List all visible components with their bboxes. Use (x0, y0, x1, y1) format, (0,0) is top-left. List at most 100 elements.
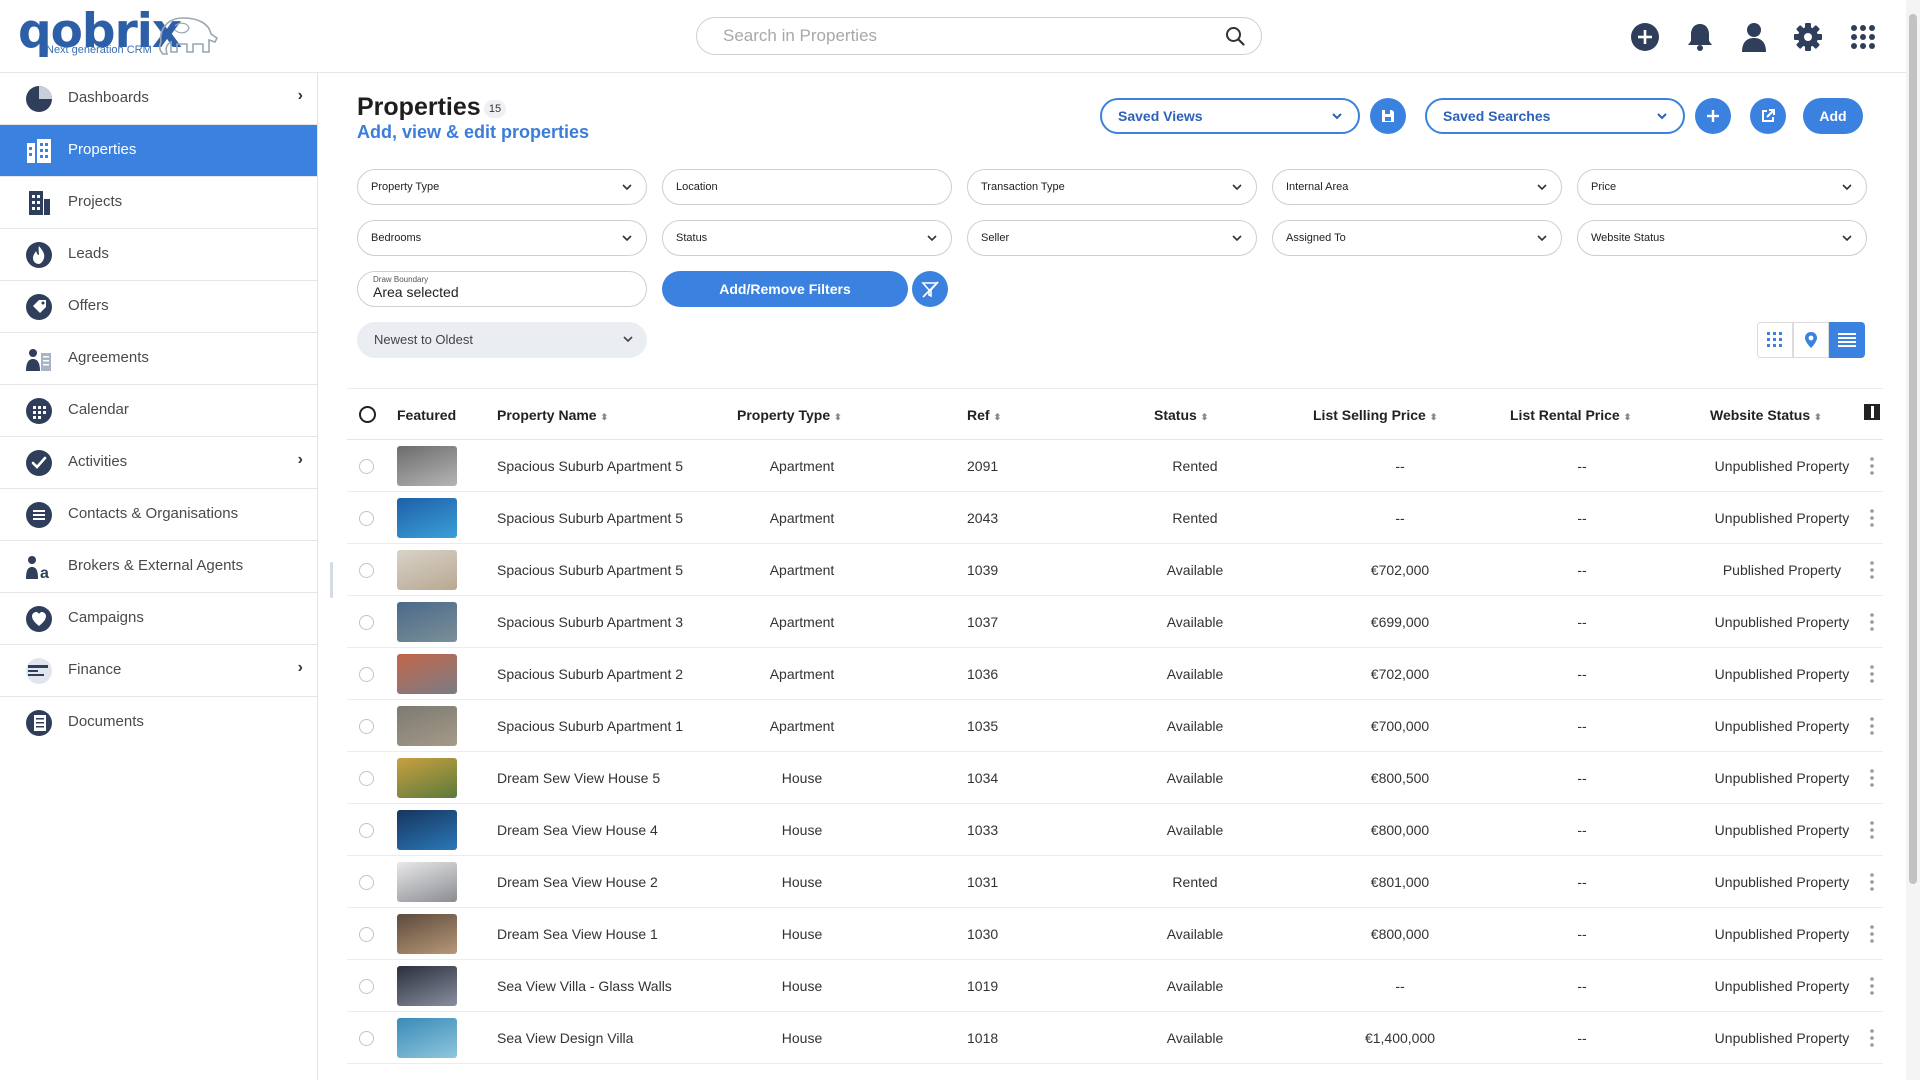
table-row[interactable]: Spacious Suburb Apartment 5 Apartment 1039… (347, 544, 1883, 596)
table-row[interactable]: Spacious Suburb Apartment 1 Apartment 1035… (347, 700, 1883, 752)
row-menu-icon[interactable] (1867, 716, 1877, 736)
row-menu-icon[interactable] (1867, 664, 1877, 684)
table-row[interactable]: Spacious Suburb Apartment 3 Apartment 1037… (347, 596, 1883, 648)
header-status[interactable]: Status ⬍ (1154, 407, 1208, 423)
property-thumbnail[interactable] (397, 758, 457, 798)
property-thumbnail[interactable] (397, 446, 457, 486)
row-menu-icon[interactable] (1867, 924, 1877, 944)
clear-filters-button[interactable] (912, 271, 948, 307)
filter-property-type[interactable]: Property Type (357, 169, 647, 205)
table-row[interactable]: Dream Sea View House 1 House 1030 Available… (347, 908, 1883, 960)
table-row[interactable]: Dream Sea View House 4 House 1033 Available… (347, 804, 1883, 856)
saved-searches-select[interactable]: Saved Searches (1425, 98, 1685, 134)
row-select-radio[interactable] (359, 511, 374, 526)
apps-grid-icon[interactable] (1847, 21, 1879, 53)
column-settings-icon[interactable] (1864, 404, 1880, 422)
sidebar-item-properties[interactable]: Properties (0, 125, 317, 177)
row-select-radio[interactable] (359, 667, 374, 682)
sidebar-item-finance[interactable]: Finance › (0, 645, 317, 697)
row-select-radio[interactable] (359, 927, 374, 942)
cell-property-name[interactable]: Dream Sea View House 1 (497, 926, 658, 942)
property-thumbnail[interactable] (397, 966, 457, 1006)
add-search-button[interactable] (1695, 98, 1731, 134)
row-select-radio[interactable] (359, 615, 374, 630)
grid-view-toggle[interactable] (1757, 322, 1793, 358)
table-row[interactable]: Sea View Villa - Glass Walls House 1019 Ava… (347, 960, 1883, 1012)
header-featured[interactable]: Featured (397, 407, 456, 423)
export-button[interactable] (1750, 98, 1786, 134)
filter-website-status[interactable]: Website Status (1577, 220, 1867, 256)
property-thumbnail[interactable] (397, 862, 457, 902)
row-select-radio[interactable] (359, 719, 374, 734)
sidebar-item-leads[interactable]: Leads (0, 229, 317, 281)
sidebar-resize-handle[interactable] (330, 562, 333, 598)
row-select-radio[interactable] (359, 563, 374, 578)
header-list-rental-price[interactable]: List Rental Price ⬍ (1510, 407, 1631, 423)
header-property-name[interactable]: Property Name ⬍ (497, 407, 608, 423)
search-input[interactable] (723, 25, 1203, 47)
sidebar-item-dashboards[interactable]: Dashboards › (0, 73, 317, 125)
cell-property-name[interactable]: Spacious Suburb Apartment 3 (497, 614, 683, 630)
row-menu-icon[interactable] (1867, 820, 1877, 840)
row-menu-icon[interactable] (1867, 508, 1877, 528)
table-row[interactable]: Spacious Suburb Apartment 5 Apartment 2091… (347, 440, 1883, 492)
filter-bedrooms[interactable]: Bedrooms (357, 220, 647, 256)
cell-property-name[interactable]: Spacious Suburb Apartment 5 (497, 458, 683, 474)
filter-location[interactable]: Location (662, 169, 952, 205)
filter-seller[interactable]: Seller (967, 220, 1257, 256)
property-thumbnail[interactable] (397, 654, 457, 694)
property-thumbnail[interactable] (397, 1018, 457, 1058)
add-circle-icon[interactable] (1629, 21, 1661, 53)
row-menu-icon[interactable] (1867, 976, 1877, 996)
sidebar-item-campaigns[interactable]: Campaigns (0, 593, 317, 645)
filter-internal-area[interactable]: Internal Area (1272, 169, 1562, 205)
bell-icon[interactable] (1684, 21, 1716, 53)
gear-icon[interactable] (1792, 21, 1824, 53)
row-menu-icon[interactable] (1867, 456, 1877, 476)
header-list-selling-price[interactable]: List Selling Price ⬍ (1313, 407, 1437, 423)
select-all-radio[interactable] (359, 406, 376, 423)
sidebar-item-offers[interactable]: Offers (0, 281, 317, 333)
cell-property-name[interactable]: Spacious Suburb Apartment 1 (497, 718, 683, 734)
draw-boundary-field[interactable]: Draw Boundary Area selected (357, 271, 647, 307)
list-view-toggle[interactable] (1829, 322, 1865, 358)
cell-property-name[interactable]: Sea View Design Villa (497, 1030, 633, 1046)
cell-property-name[interactable]: Dream Sew View House 5 (497, 770, 660, 786)
row-select-radio[interactable] (359, 875, 374, 890)
row-menu-icon[interactable] (1867, 1028, 1877, 1048)
page-scrollbar[interactable] (1906, 0, 1920, 1080)
filter-status[interactable]: Status (662, 220, 952, 256)
sort-select[interactable]: Newest to Oldest (357, 322, 647, 358)
save-view-button[interactable] (1370, 98, 1406, 134)
header-website-status[interactable]: Website Status ⬍ (1710, 407, 1822, 423)
row-select-radio[interactable] (359, 823, 374, 838)
property-thumbnail[interactable] (397, 550, 457, 590)
header-property-type[interactable]: Property Type ⬍ (737, 407, 842, 423)
property-thumbnail[interactable] (397, 914, 457, 954)
table-row[interactable]: Sea View Design Villa House 1018 Available €… (347, 1012, 1883, 1064)
scrollbar-thumb[interactable] (1909, 14, 1917, 884)
user-icon[interactable] (1738, 21, 1770, 53)
sidebar-item-calendar[interactable]: Calendar (0, 385, 317, 437)
cell-property-name[interactable]: Spacious Suburb Apartment 5 (497, 510, 683, 526)
filter-transaction-type[interactable]: Transaction Type (967, 169, 1257, 205)
sidebar-item-documents[interactable]: Documents (0, 697, 317, 749)
property-thumbnail[interactable] (397, 602, 457, 642)
filter-assigned-to[interactable]: Assigned To (1272, 220, 1562, 256)
table-row[interactable]: Dream Sew View House 5 House 1034 Available… (347, 752, 1883, 804)
saved-views-select[interactable]: Saved Views (1100, 98, 1360, 134)
row-menu-icon[interactable] (1867, 612, 1877, 632)
row-select-radio[interactable] (359, 459, 374, 474)
sidebar-item-projects[interactable]: Projects (0, 177, 317, 229)
row-menu-icon[interactable] (1867, 560, 1877, 580)
table-row[interactable]: Spacious Suburb Apartment 5 Apartment 2043… (347, 492, 1883, 544)
sidebar-item-brokers[interactable]: a Brokers & External Agents (0, 541, 317, 593)
row-select-radio[interactable] (359, 979, 374, 994)
cell-property-name[interactable]: Spacious Suburb Apartment 2 (497, 666, 683, 682)
sidebar-item-contacts[interactable]: Contacts & Organisations (0, 489, 317, 541)
property-thumbnail[interactable] (397, 706, 457, 746)
cell-property-name[interactable]: Dream Sea View House 2 (497, 874, 658, 890)
sidebar-item-agreements[interactable]: Agreements (0, 333, 317, 385)
row-menu-icon[interactable] (1867, 872, 1877, 892)
filter-price[interactable]: Price (1577, 169, 1867, 205)
